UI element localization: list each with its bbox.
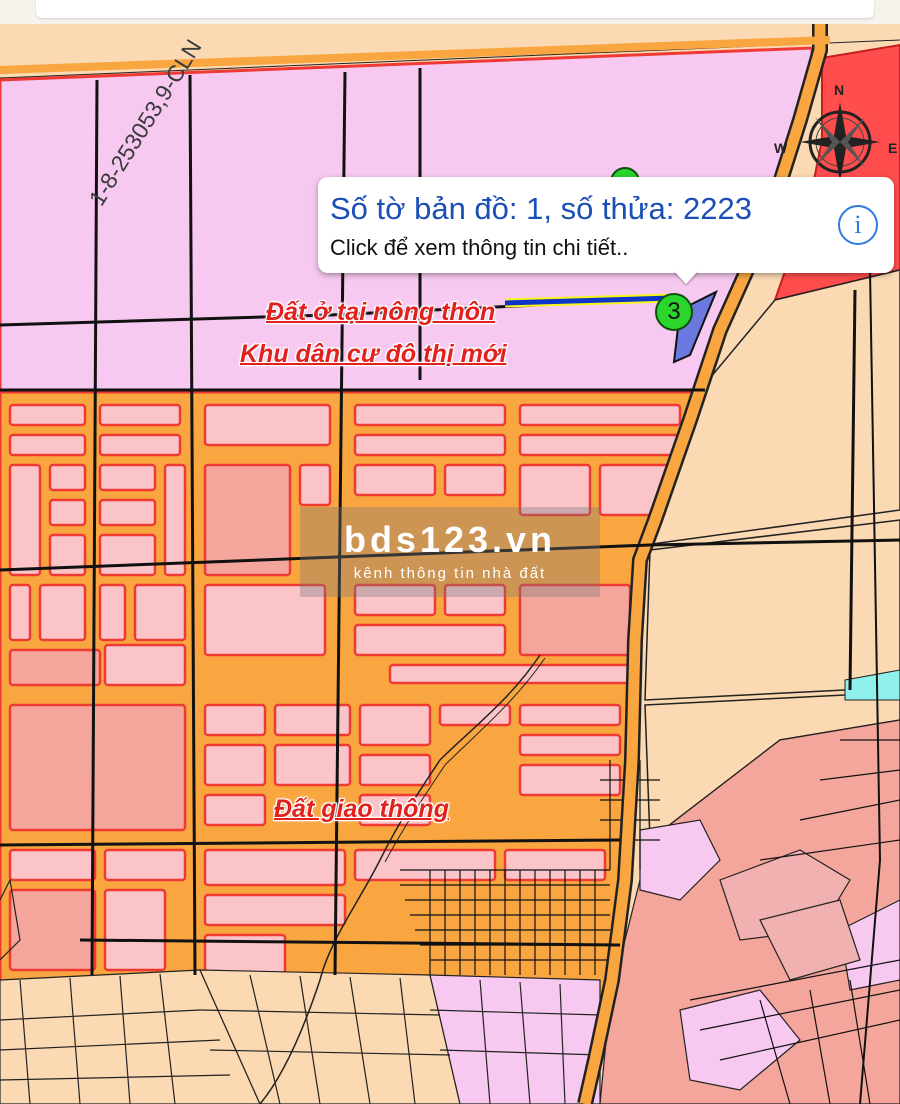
zone-label-rural: Đất ở tại nông thôn	[266, 298, 496, 326]
watermark-title: bds123.vn	[343, 519, 557, 560]
parcel-marker[interactable]: 3	[655, 293, 693, 331]
compass-west: W	[774, 140, 788, 156]
popup-subtitle[interactable]: Click để xem thông tin chi tiết..	[330, 235, 628, 261]
zone-label-traffic: Đất giao thông	[274, 795, 449, 823]
watermark-subtitle: kênh thông tin nhà đất	[353, 565, 547, 582]
zone-label-urban: Khu dân cư đô thị mới	[240, 340, 507, 368]
watermark: bds123.vn kênh thông tin nhà đất	[300, 507, 600, 597]
compass-east: E	[888, 140, 898, 156]
popup-title: Số tờ bản đồ: 1, số thửa: 2223	[330, 191, 752, 226]
popup-pointer	[673, 270, 699, 284]
parcel-info-popup[interactable]: Số tờ bản đồ: 1, số thửa: 2223 Click để …	[318, 177, 894, 273]
compass-north: N	[834, 82, 845, 98]
info-icon[interactable]: i	[838, 205, 878, 245]
